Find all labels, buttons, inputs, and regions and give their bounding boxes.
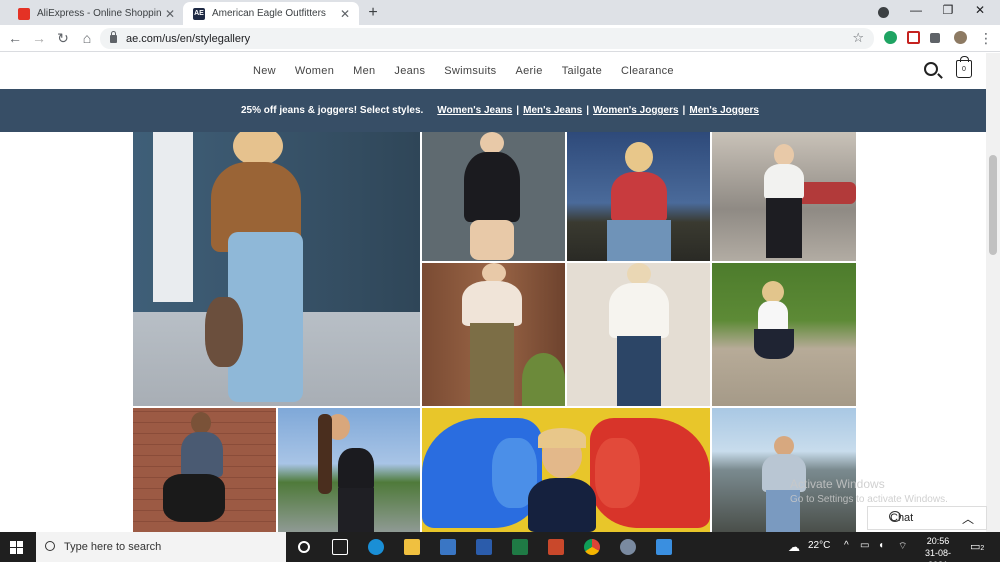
- network-icon[interactable]: ▭: [860, 540, 869, 551]
- chrome-icon[interactable]: [584, 539, 600, 555]
- promo-link-womens-jeans[interactable]: Women's Jeans: [437, 105, 512, 116]
- profile-indicator-icon[interactable]: [878, 7, 889, 18]
- gallery-photo[interactable]: [133, 408, 276, 532]
- tab-title: American Eagle Outfitters: [212, 8, 326, 19]
- avatar[interactable]: [954, 31, 967, 44]
- extensions-puzzle-icon[interactable]: [930, 33, 940, 43]
- chat-widget[interactable]: Chat ︿: [867, 506, 987, 530]
- wifi-icon[interactable]: ⌔: [898, 540, 907, 553]
- weather-temperature[interactable]: 22°C: [808, 540, 830, 551]
- aliexpress-icon: [18, 7, 30, 20]
- maximize-icon[interactable]: ❐: [938, 3, 958, 17]
- close-icon[interactable]: ✕: [337, 7, 353, 21]
- file-explorer-icon[interactable]: [404, 539, 420, 555]
- home-icon[interactable]: ⌂: [78, 30, 96, 46]
- edge-icon[interactable]: [368, 539, 384, 555]
- bookmark-star-icon[interactable]: ☆: [852, 30, 864, 46]
- promo-link-womens-joggers[interactable]: Women's Joggers: [593, 105, 679, 116]
- address-bar[interactable]: ae.com/us/en/stylegallery ☆: [100, 28, 874, 49]
- url-text: ae.com/us/en/stylegallery: [126, 32, 251, 45]
- watermark-line1: Activate Windows: [790, 477, 885, 491]
- gallery-photo[interactable]: [422, 132, 565, 261]
- scrollbar-thumb[interactable]: [989, 155, 997, 255]
- page-scrollbar[interactable]: [986, 53, 1000, 532]
- nav-item-women[interactable]: Women: [295, 65, 334, 77]
- chevron-up-icon[interactable]: ︿: [962, 510, 974, 527]
- search-icon[interactable]: [924, 62, 938, 76]
- menu-kebab-icon[interactable]: ⋮: [977, 30, 995, 46]
- site-navigation: New Women Men Jeans Swimsuits Aerie Tail…: [0, 53, 1000, 89]
- nav-item-clearance[interactable]: Clearance: [621, 65, 674, 77]
- forward-icon[interactable]: →: [30, 30, 48, 46]
- ae-icon: AE: [193, 7, 205, 20]
- gallery-photo[interactable]: [567, 132, 710, 261]
- gallery-photo[interactable]: [133, 132, 420, 406]
- gallery-photo[interactable]: [567, 263, 710, 406]
- tab-american-eagle[interactable]: AE American Eagle Outfitters ✕: [183, 2, 359, 25]
- promo-link-mens-joggers[interactable]: Men's Joggers: [689, 105, 759, 116]
- task-view-icon[interactable]: [332, 539, 348, 555]
- system-clock[interactable]: 20:56 31-08-2021: [916, 535, 960, 562]
- grammarly-extension-icon[interactable]: [884, 31, 897, 44]
- tab-aliexpress[interactable]: AliExpress - Online Shopping for ✕: [8, 2, 184, 25]
- gallery-photo[interactable]: [712, 263, 856, 406]
- tab-title: AliExpress - Online Shopping for: [37, 8, 162, 19]
- promo-banner: 25% off jeans & joggers! Select styles. …: [0, 89, 1000, 132]
- nav-links: New Women Men Jeans Swimsuits Aerie Tail…: [244, 65, 684, 77]
- nav-item-aerie[interactable]: Aerie: [516, 65, 543, 77]
- gallery-photo[interactable]: [278, 408, 420, 532]
- nav-item-jeans[interactable]: Jeans: [394, 65, 425, 77]
- promo-link-mens-jeans[interactable]: Men's Jeans: [523, 105, 582, 116]
- nav-item-men[interactable]: Men: [353, 65, 375, 77]
- back-icon[interactable]: ←: [6, 30, 24, 46]
- powerpoint-icon[interactable]: [548, 539, 564, 555]
- reload-icon[interactable]: ↻: [54, 30, 72, 46]
- app-icon[interactable]: [620, 539, 636, 555]
- gallery-photo[interactable]: [712, 132, 856, 261]
- nav-item-new[interactable]: New: [253, 65, 276, 77]
- activation-watermark: Activate Windows Go to Settings to activ…: [790, 476, 948, 508]
- browser-toolbar: ← → ↻ ⌂ ae.com/us/en/stylegallery ☆: [0, 25, 1000, 52]
- tray-chevron-icon[interactable]: ^: [844, 540, 849, 551]
- word-icon[interactable]: [476, 539, 492, 555]
- bag-count: 0: [962, 66, 966, 73]
- close-icon[interactable]: ✕: [162, 7, 178, 21]
- clock-time: 20:56: [926, 536, 950, 546]
- notifications-icon[interactable]: ▭2: [970, 540, 984, 553]
- gallery-photo[interactable]: [422, 263, 565, 406]
- taskbar-search-box[interactable]: Type here to search: [36, 532, 286, 562]
- notification-count: 2: [980, 545, 985, 552]
- store-icon[interactable]: [440, 539, 456, 555]
- nav-item-tailgate[interactable]: Tailgate: [562, 65, 602, 77]
- windows-start-icon[interactable]: [10, 541, 23, 554]
- cortana-icon[interactable]: [298, 541, 310, 553]
- windows-taskbar: Type here to search ☁ 22°C ^ ▭ ◖ ⌔ 20:56…: [0, 532, 1000, 562]
- gallery-photo[interactable]: [712, 408, 856, 532]
- promo-text: 25% off jeans & joggers! Select styles.: [241, 105, 424, 116]
- chat-bubble-icon: [889, 511, 901, 522]
- search-icon: [45, 541, 55, 551]
- mail-icon[interactable]: [656, 539, 672, 555]
- taskbar-search-placeholder: Type here to search: [64, 541, 162, 553]
- window-close-icon[interactable]: ✕: [970, 3, 990, 17]
- gallery-photo[interactable]: [422, 408, 710, 532]
- lock-icon: [110, 30, 117, 43]
- shopping-bag-icon[interactable]: 0: [956, 56, 972, 78]
- weather-icon[interactable]: ☁: [788, 540, 800, 554]
- style-gallery: [133, 132, 856, 532]
- new-tab-button[interactable]: +: [364, 4, 382, 22]
- extension-icon[interactable]: [907, 31, 920, 44]
- nav-item-swimsuits[interactable]: Swimsuits: [444, 65, 496, 77]
- clock-date: 31-08-2021: [924, 548, 951, 562]
- volume-icon[interactable]: ◖: [878, 540, 884, 551]
- excel-icon[interactable]: [512, 539, 528, 555]
- minimize-icon[interactable]: —: [906, 3, 926, 17]
- browser-tab-strip: AliExpress - Online Shopping for ✕ AE Am…: [0, 0, 1000, 25]
